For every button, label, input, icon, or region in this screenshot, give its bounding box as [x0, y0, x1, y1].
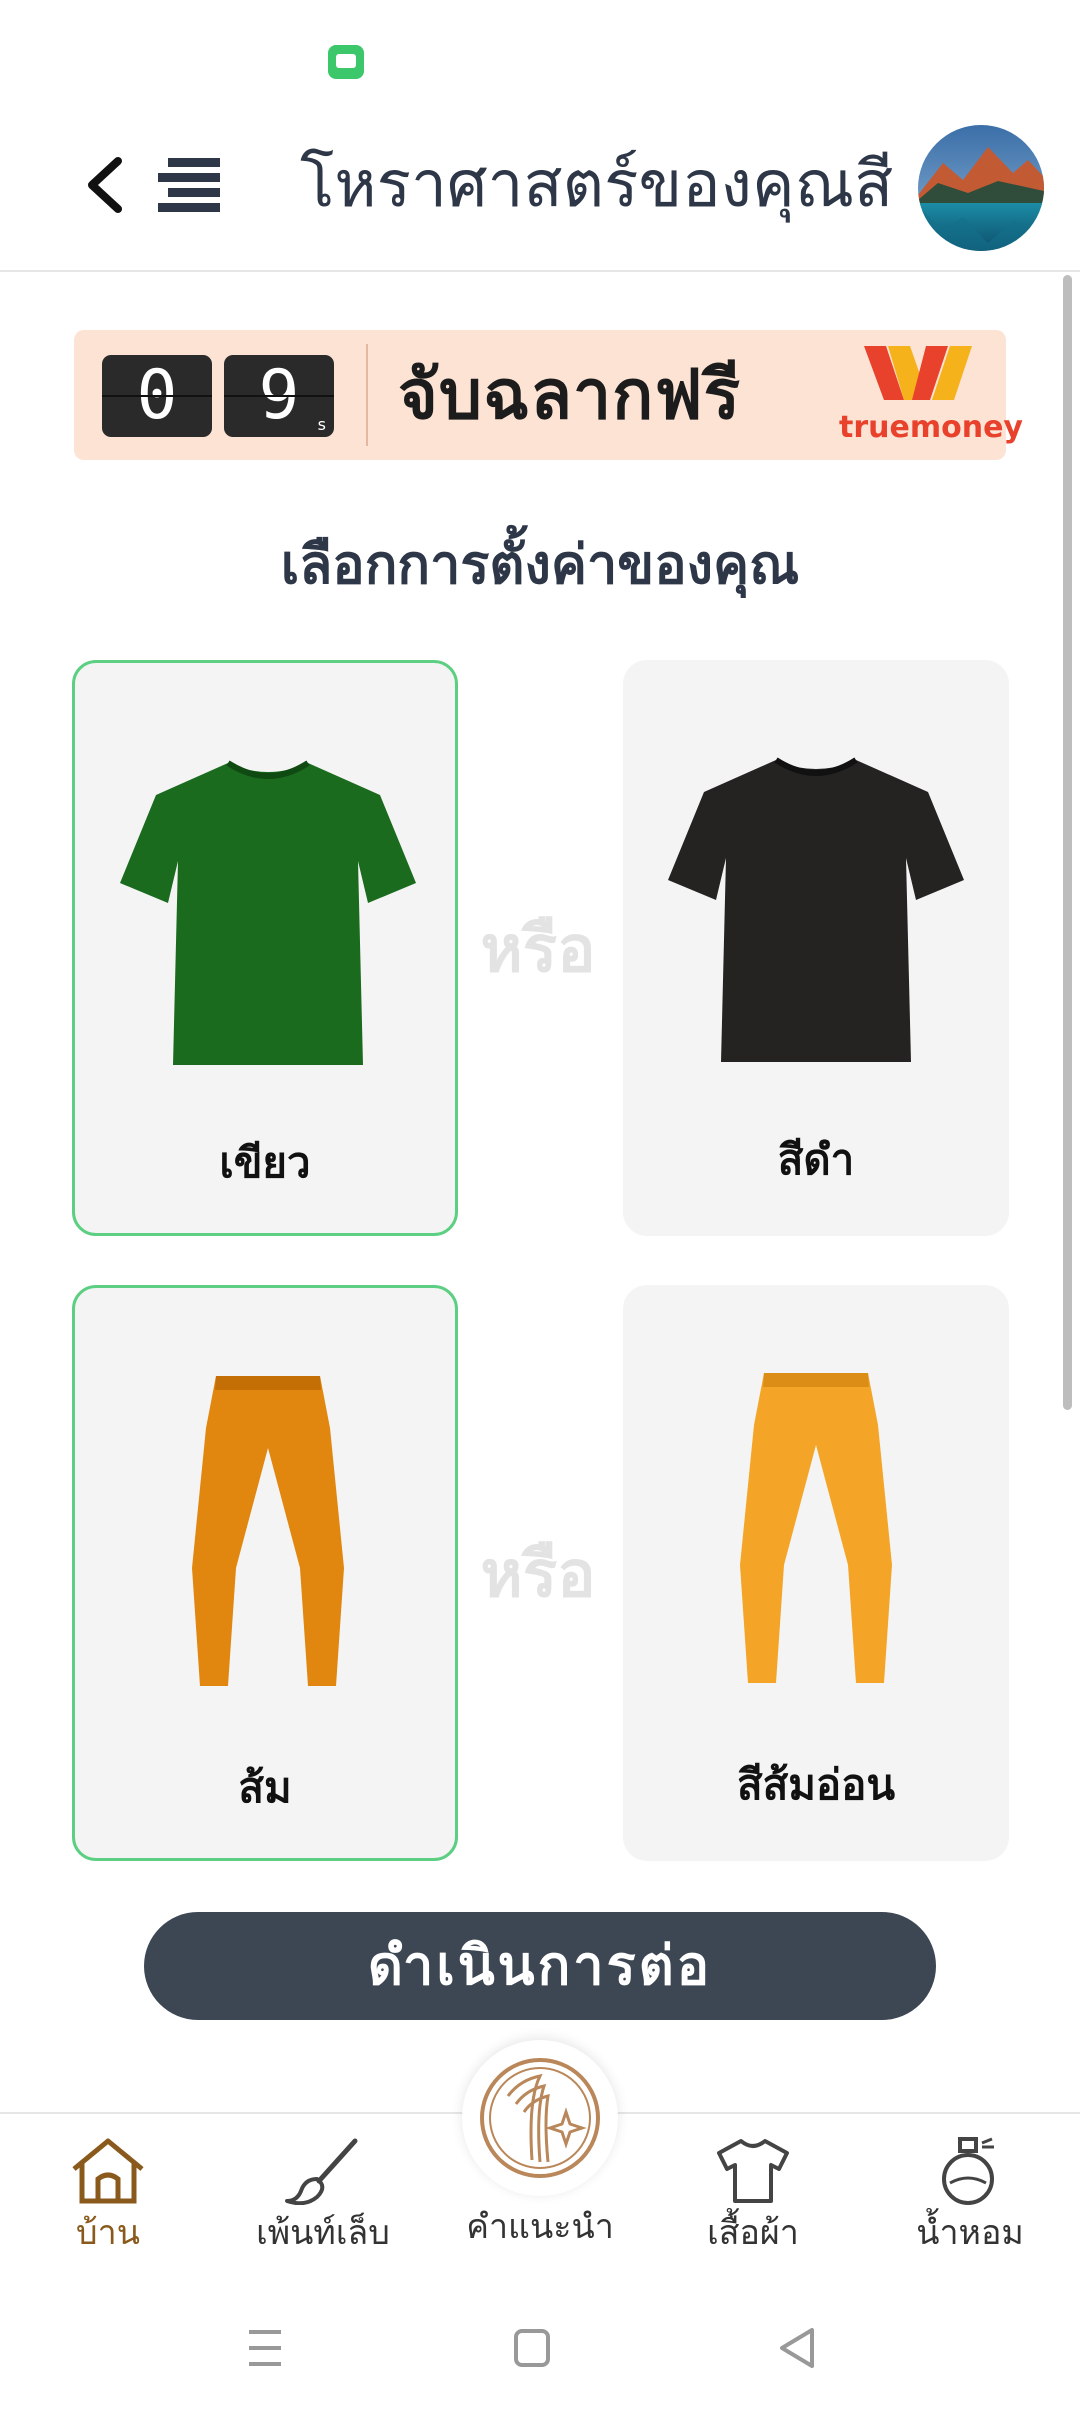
black-tshirt-image [668, 757, 964, 1062]
continue-button[interactable]: ดำเนินการต่อ [144, 1912, 936, 2020]
nav-label: บ้าน [76, 2213, 140, 2253]
brand-wordmark: truemoney [839, 410, 1023, 445]
back-triangle-icon [780, 2328, 814, 2368]
or-separator: หรือ [480, 913, 596, 987]
option-label: สีส้มอ่อน [736, 1760, 896, 1809]
back-button[interactable] [70, 150, 140, 220]
message-notification-icon [328, 45, 364, 79]
perfume-icon [942, 2137, 994, 2205]
home-square-icon [514, 2329, 550, 2367]
menu-button[interactable] [150, 150, 230, 220]
page-title: โหราศาสตร์ของคุณสี [300, 148, 894, 222]
system-home-button[interactable] [492, 2318, 572, 2378]
nav-label: เพ้นท์เล็บ [256, 2213, 390, 2253]
shirt-shape [120, 763, 416, 1065]
option-card-pants-orange[interactable]: ส้ม [72, 1285, 458, 1861]
recents-icon [249, 2330, 281, 2366]
avatar[interactable] [918, 125, 1044, 251]
pants-shape [192, 1376, 344, 1686]
or-separator: หรือ [480, 1538, 596, 1612]
home-icon [72, 2138, 144, 2204]
section-title: เลือกการตั้งค่าของคุณ [280, 533, 800, 596]
option-label: ส้ม [238, 1763, 292, 1812]
option-card-pants-light-orange[interactable]: สีส้มอ่อน [623, 1285, 1009, 1861]
system-back-button[interactable] [758, 2318, 838, 2378]
option-card-shirt-black[interactable]: สีดำ [623, 660, 1009, 1236]
pants-shape [740, 1373, 892, 1683]
scrollbar[interactable] [1063, 275, 1072, 1410]
nav-label: เสื้อผ้า [707, 2213, 799, 2253]
nav-item-nail-paint[interactable]: เพ้นท์เล็บ [233, 2135, 413, 2265]
menu-icon [158, 158, 220, 212]
shirt-icon [717, 2139, 789, 2203]
nav-item-home[interactable]: บ้าน [18, 2135, 198, 2265]
back-arrow-icon [88, 157, 122, 213]
countdown-unit: s [317, 415, 326, 434]
orange-pants-image [192, 1376, 344, 1686]
banner-text: จับฉลากฟรี [398, 356, 742, 435]
green-tshirt-image [120, 760, 416, 1065]
shirt-shape [668, 760, 964, 1062]
nav-item-perfume[interactable]: น้ำหอม [880, 2135, 1060, 2265]
countdown-digit: 9s [224, 355, 334, 437]
mountain-lake-avatar-image [918, 125, 1044, 251]
recommendation-button[interactable] [462, 2040, 618, 2196]
brush-icon [285, 2138, 358, 2205]
system-recents-button[interactable] [225, 2318, 305, 2378]
option-card-shirt-green[interactable]: เขียว [72, 660, 458, 1236]
option-label: สีดำ [777, 1135, 855, 1184]
nav-label: น้ำหอม [916, 2213, 1024, 2253]
option-label: เขียว [219, 1138, 311, 1187]
truemoney-w-icon [864, 346, 972, 400]
recommendation-emblem-icon [480, 2058, 600, 2178]
nav-item-clothes[interactable]: เสื้อผ้า [663, 2135, 843, 2265]
promo-banner[interactable]: 0 9s จับฉลากฟรี truemoney [74, 330, 1023, 460]
truemoney-logo: truemoney [839, 342, 1023, 452]
nav-label: คำแนะนำ [466, 2207, 614, 2247]
banner-divider [366, 344, 368, 446]
countdown-digit: 0 [102, 355, 212, 437]
light-orange-pants-image [740, 1373, 892, 1683]
